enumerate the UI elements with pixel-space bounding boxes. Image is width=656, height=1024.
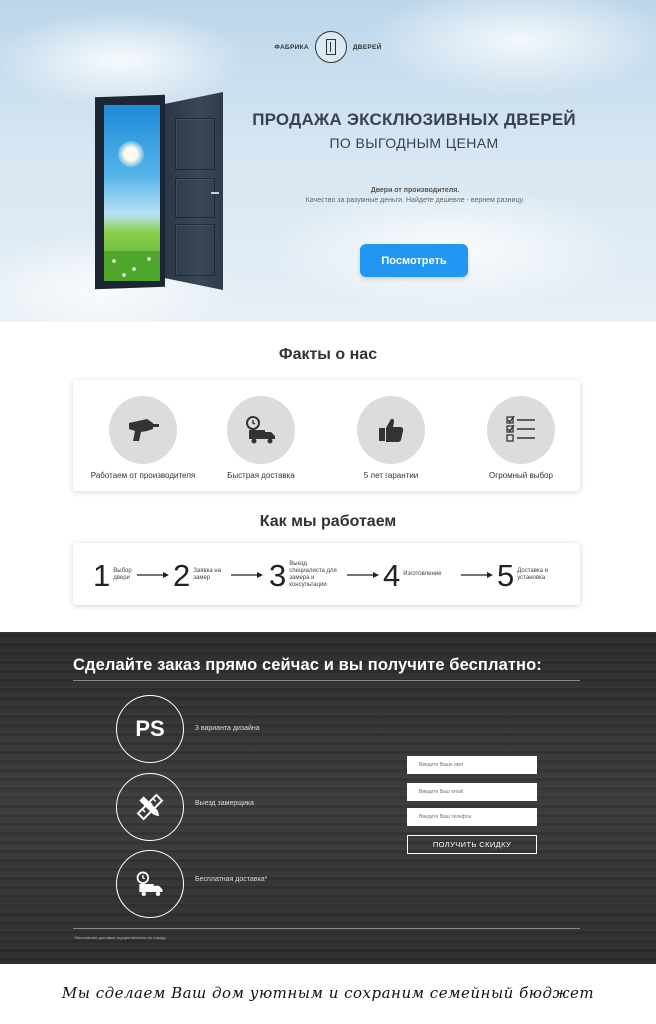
steps-card: 1 Выбор двери 2 Заявка на замер 3 Выезд …	[73, 543, 580, 605]
gift-label: 3 варианта дизайна	[195, 725, 260, 732]
gift-label: Бесплатная доставка*	[195, 876, 268, 883]
step-4: 4 Изготовление	[383, 557, 453, 593]
ps-text: PS	[135, 716, 165, 741]
step-2: 2 Заявка на замер	[173, 557, 225, 593]
footnote: *Бесплатная доставка осуществляется по г…	[74, 935, 167, 940]
step-number: 2	[173, 557, 191, 593]
hero-section: ФАБРИКА ДВЕРЕЙ ПРОДАЖА ЭКСКЛЮЗИВНЫХ ДВЕР…	[0, 0, 656, 322]
logo-left-text: ФАБРИКА	[274, 43, 309, 51]
door-leaf	[165, 92, 223, 290]
fact-label: Огромный выбор	[489, 471, 553, 480]
arrow-right-icon	[461, 572, 493, 578]
door-panel	[175, 224, 215, 276]
drill-icon	[109, 396, 177, 464]
step-text: Выбор двери	[113, 567, 132, 581]
fact-item-choice: Огромный выбор	[461, 396, 581, 480]
step-number: 4	[383, 557, 401, 593]
fact-item-warranty: 5 лет гарантии	[331, 396, 451, 480]
arrow-right-icon	[231, 572, 263, 578]
step-1: 1 Выбор двери	[93, 557, 137, 593]
photoshop-icon: PS	[116, 695, 184, 763]
fact-item-delivery: Быстрая доставка	[201, 396, 321, 480]
delivery-truck-icon	[227, 396, 295, 464]
door-panel	[175, 178, 215, 218]
hero-title: ПРОДАЖА ЭКСКЛЮЗИВНЫХ ДВЕРЕЙ	[252, 110, 576, 129]
arrow-right-icon	[137, 572, 169, 578]
email-field[interactable]	[407, 783, 537, 801]
hero-lead: Двери от производителя.	[370, 187, 460, 194]
door-panel	[175, 118, 215, 170]
ruler-pencil-icon	[116, 773, 184, 841]
thumbs-up-icon	[357, 396, 425, 464]
step-text: Доставка и установка	[517, 567, 549, 581]
meadow-image	[104, 251, 160, 281]
step-number: 3	[269, 557, 287, 593]
logo-right-text: ДВЕРЕЙ	[352, 43, 382, 51]
gift-label: Выезд замерщика	[195, 800, 255, 807]
step-number: 1	[93, 557, 111, 593]
step-5: 5 Доставка и установка	[497, 557, 555, 593]
slogan: Мы сделаем Ваш дом уютным и сохраним сем…	[61, 984, 595, 1002]
door-logo-icon	[314, 31, 347, 63]
fact-label: Работаем от производителя	[90, 471, 196, 480]
view-button[interactable]: Посмотреть	[360, 244, 468, 277]
facts-card: Работаем от производителя Быстрая достав…	[73, 380, 580, 491]
sun-image	[118, 141, 144, 167]
hero-lead-secondary: Качество за разумные деньги. Найдете деш…	[305, 197, 525, 204]
steps-title: Как мы работаем	[259, 513, 397, 530]
step-text: Выезд специалиста для замера и консульта…	[289, 560, 337, 589]
delivery-truck-icon	[116, 850, 184, 918]
name-field[interactable]	[407, 756, 537, 774]
door-handle	[211, 192, 219, 194]
hero-subtitle: ПО ВЫГОДНЫМ ЦЕНАМ	[329, 135, 499, 151]
fact-label: 5 лет гарантии	[363, 471, 419, 480]
site-logo[interactable]: ФАБРИКА ДВЕРЕЙ	[273, 30, 383, 64]
offer-section: Сделайте заказ прямо сейчас и вы получит…	[0, 632, 656, 964]
open-door-image	[95, 92, 230, 292]
offer-title: Сделайте заказ прямо сейчас и вы получит…	[73, 656, 542, 674]
step-text: Заявка на замер	[193, 567, 222, 581]
divider	[73, 928, 580, 929]
get-discount-button[interactable]: ПОЛУЧИТЬ СКИДКУ	[407, 835, 537, 854]
fact-label: Быстрая доставка	[227, 471, 295, 480]
step-number: 5	[497, 557, 515, 593]
door-opening-sky	[104, 105, 160, 281]
phone-field[interactable]	[407, 808, 537, 826]
step-text: Изготовление	[403, 571, 442, 578]
fact-item-manufacturer: Работаем от производителя	[83, 396, 203, 480]
arrow-right-icon	[347, 572, 379, 578]
facts-title: Факты о нас	[278, 346, 378, 363]
checklist-icon	[487, 396, 555, 464]
step-3: 3 Выезд специалиста для замера и консуль…	[269, 557, 337, 593]
divider	[73, 680, 580, 681]
